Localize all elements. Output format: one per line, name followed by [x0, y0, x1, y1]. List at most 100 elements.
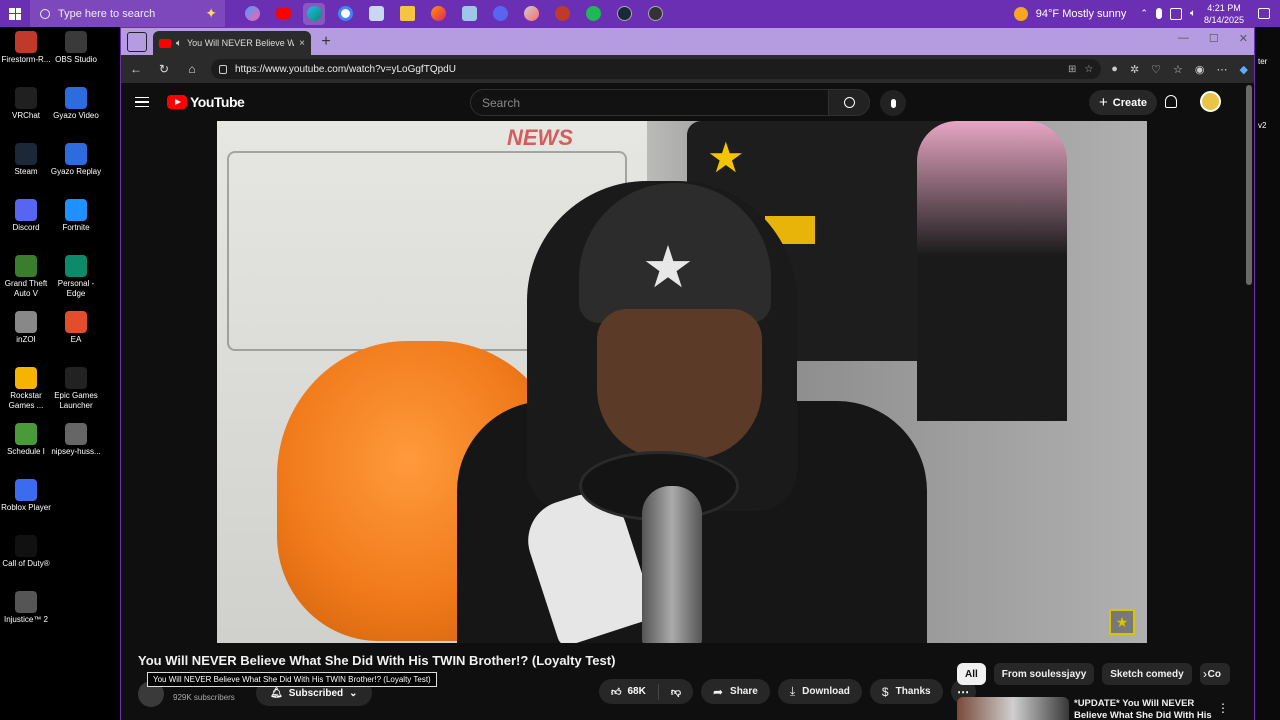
url-text: https://www.youtube.com/watch?v=yLoGgfTQ… — [235, 63, 456, 75]
firefox-app-icon[interactable] — [427, 3, 449, 25]
close-window-icon[interactable]: ✕ — [1239, 32, 1248, 45]
close-tab-icon[interactable]: × — [299, 38, 305, 49]
recommended-thumbnail[interactable] — [957, 697, 1069, 720]
voice-search-button[interactable] — [880, 90, 906, 116]
desktop-icon[interactable]: Epic Games Launcher — [50, 363, 102, 411]
favorite-star-icon[interactable]: ☆ — [1084, 64, 1093, 75]
chip-sketch-comedy[interactable]: Sketch comedy — [1102, 663, 1192, 685]
desktop-icon[interactable]: Fortnite — [50, 195, 102, 233]
desktop-icon[interactable]: Personal - Edge — [50, 251, 102, 299]
copilot-app-icon[interactable] — [241, 3, 263, 25]
notes-app-icon[interactable] — [458, 3, 480, 25]
notifications-bell-icon[interactable] — [1165, 95, 1177, 108]
hamburger-menu-icon[interactable] — [135, 96, 149, 108]
scrollbar[interactable] — [1246, 85, 1252, 285]
desktop-icon-label: Fortnite — [62, 223, 90, 232]
start-button[interactable] — [0, 0, 30, 27]
mic-tray-icon[interactable] — [1155, 8, 1162, 19]
app-available-icon[interactable]: ⊞ — [1068, 64, 1076, 75]
browser-tab[interactable]: 🔈︎ You Will NEVER Believe What She Did W… — [153, 31, 311, 55]
filter-chips: All From soulessjayy Sketch comedy Co — [957, 663, 1230, 685]
discord-app-icon[interactable] — [489, 3, 511, 25]
desktop-icon[interactable]: Schedule I — [0, 419, 52, 457]
back-icon[interactable]: ← — [127, 60, 145, 78]
desktop: Firestorm-R... OBS Studio VRChat Gyazo Vide… — [0, 27, 120, 720]
edge-app-icon[interactable] — [303, 2, 325, 25]
maximize-icon[interactable]: ☐ — [1209, 32, 1219, 45]
share-button[interactable]: ➦ Share — [700, 679, 770, 704]
extensions-puzzle-icon[interactable]: ✲ — [1130, 63, 1139, 76]
recommended-title[interactable]: *UPDATE* You Will NEVER Believe What She… — [1074, 698, 1214, 720]
browser-essentials-icon[interactable]: ♡ — [1151, 63, 1161, 76]
desktop-icon[interactable]: Gyazo Video — [50, 83, 102, 121]
notifications-icon[interactable] — [1258, 8, 1270, 19]
network-icon[interactable] — [1169, 7, 1182, 20]
game-app-icon[interactable] — [551, 3, 573, 25]
steam-app-icon[interactable] — [613, 3, 635, 25]
youtube-app-icon[interactable] — [272, 3, 294, 25]
desktop-app-icon — [15, 479, 37, 501]
desktop-icon-label: Steam — [14, 167, 38, 176]
desktop-icon[interactable]: Discord — [0, 195, 52, 233]
desktop-icon[interactable]: inZOI — [0, 307, 52, 345]
favorites-icon[interactable]: ☆ — [1173, 63, 1183, 76]
tray-chevron-icon[interactable]: ⌃ — [1140, 8, 1148, 19]
spotify-app-icon[interactable] — [582, 3, 604, 25]
subscriber-count: 929K subscribers — [173, 693, 235, 702]
files-app-icon[interactable] — [365, 3, 387, 25]
home-icon[interactable]: ⌂ — [183, 60, 201, 78]
volume-icon[interactable]: 🔈︎ — [1190, 8, 1196, 19]
opera-app-icon[interactable] — [520, 3, 542, 25]
address-bar[interactable]: https://www.youtube.com/watch?v=yLoGgfTQ… — [211, 59, 1102, 79]
youtube-logo[interactable]: YouTube — [167, 94, 245, 110]
desktop-icon[interactable]: OBS Studio — [50, 27, 102, 65]
like-button[interactable]: 👍︎ 68K — [599, 686, 658, 698]
desktop-icon[interactable]: VRChat — [0, 83, 52, 121]
desktop-app-icon — [15, 31, 37, 53]
desktop-icon[interactable]: Rockstar Games ... — [0, 363, 52, 411]
tab-actions-icon[interactable] — [127, 32, 147, 52]
create-button[interactable]: + Create — [1089, 90, 1158, 115]
extension-icon[interactable]: ● — [1111, 63, 1118, 76]
profile-icon[interactable]: ◉ — [1195, 63, 1205, 76]
chip-all[interactable]: All — [957, 663, 986, 685]
desktop-icon[interactable]: Firestorm-R... — [0, 27, 52, 65]
desktop-icon[interactable]: Roblox Player — [0, 475, 52, 513]
new-tab-button[interactable]: + — [315, 31, 337, 53]
weather-text[interactable]: 94°F Mostly sunny — [1036, 8, 1127, 20]
desktop-app-icon — [65, 367, 87, 389]
more-menu-icon[interactable]: ⋯ — [1217, 63, 1228, 76]
minimize-icon[interactable]: — — [1178, 32, 1189, 45]
search-button[interactable] — [828, 89, 870, 116]
chevron-right-icon[interactable]: › — [1203, 667, 1207, 681]
account-avatar[interactable] — [1200, 91, 1221, 112]
refresh-icon[interactable]: ↻ — [155, 60, 173, 78]
desktop-icon[interactable]: Call of Duty® — [0, 531, 52, 569]
audio-icon[interactable]: 🔈︎ — [176, 38, 182, 49]
recommended-menu-icon[interactable]: ⋮ — [1217, 701, 1229, 715]
search-input[interactable]: Search — [470, 89, 829, 116]
desktop-icon[interactable]: Gyazo Replay — [50, 139, 102, 177]
dislike-button[interactable]: 👎︎ — [659, 686, 693, 698]
download-button[interactable]: ⤓ Download — [777, 679, 862, 704]
desktop-icon[interactable]: Injustice™ 2 — [0, 587, 52, 625]
video-player[interactable]: NEWS ★ ★ ★ — [217, 121, 1147, 643]
desktop-icon[interactable]: EA — [50, 307, 102, 345]
desktop-icon[interactable]: Grand Theft Auto V — [0, 251, 52, 299]
desktop-app-icon — [15, 199, 37, 221]
desktop-icon-label: inZOI — [16, 335, 36, 344]
desktop-icon[interactable]: Steam — [0, 139, 52, 177]
thanks-label: Thanks — [895, 686, 931, 697]
chrome-app-icon[interactable] — [334, 3, 356, 25]
lock-icon[interactable] — [219, 64, 227, 74]
clock[interactable]: 4:21 PM 8/14/2025 — [1204, 2, 1244, 26]
desktop-icon[interactable]: nipsey-huss... — [50, 419, 102, 457]
desktop-icon-label: Grand Theft Auto V — [4, 279, 48, 298]
folder-app-icon[interactable] — [396, 3, 418, 25]
taskbar-search[interactable]: Type here to search ✦ — [30, 0, 225, 27]
thanks-button[interactable]: $ Thanks — [869, 679, 943, 704]
copilot-icon[interactable]: ◆ — [1240, 63, 1248, 76]
youtube-play-icon — [167, 95, 187, 109]
obs-app-icon[interactable] — [644, 3, 666, 25]
chip-from-channel[interactable]: From soulessjayy — [993, 663, 1095, 685]
